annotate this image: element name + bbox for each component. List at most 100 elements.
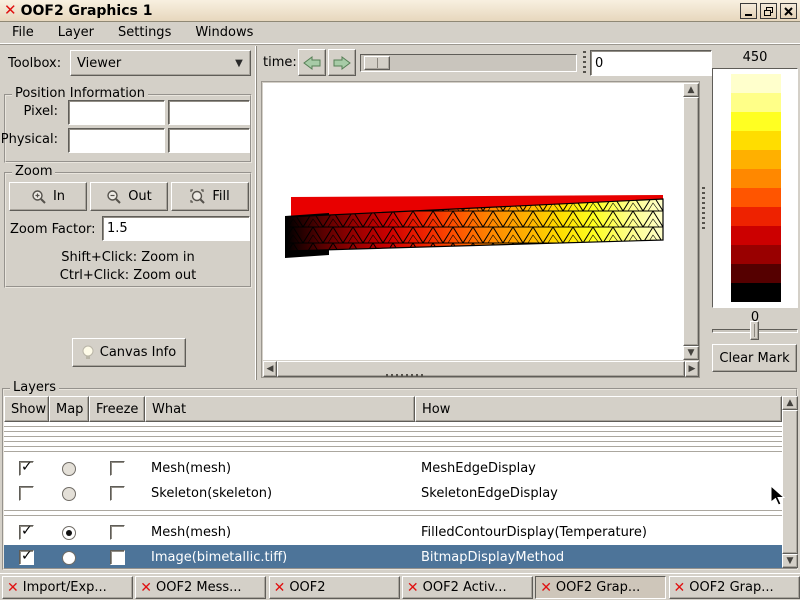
time-slider[interactable]: [360, 54, 577, 72]
close-button[interactable]: [780, 3, 797, 19]
show-checkbox[interactable]: [19, 461, 34, 476]
taskbar-button[interactable]: ✕ OOF2 Mess...: [135, 576, 266, 599]
column-header-map[interactable]: Map: [49, 396, 89, 422]
layers-frame: Layers Show Map Freeze What How Mesh(mes…: [2, 388, 798, 570]
zoom-in-button[interactable]: In: [9, 182, 87, 211]
close-icon: [783, 6, 794, 17]
toolbox-select[interactable]: Viewer ▼: [70, 50, 251, 76]
colorbar-block: [731, 131, 781, 150]
taskbar-button[interactable]: ✕ OOF2 Activ...: [402, 576, 533, 599]
oof2-x-icon: ✕: [140, 581, 152, 595]
zoom-fill-label: Fill: [212, 189, 229, 204]
freeze-checkbox[interactable]: [110, 461, 125, 476]
hscroll-thumb[interactable]: [277, 361, 685, 377]
show-checkbox[interactable]: [19, 525, 34, 540]
empty-rows: [4, 506, 782, 520]
table-row[interactable]: Skeleton(skeleton) SkeletonEdgeDisplay: [4, 481, 782, 506]
taskbar-button[interactable]: ✕ Import/Exp...: [2, 576, 133, 599]
canvas-vscrollbar[interactable]: ▲ ▼: [683, 83, 699, 360]
colorbar-slider-handle[interactable]: [750, 321, 759, 340]
taskbar-button-label: OOF2 Mess...: [156, 580, 242, 595]
oof2-x-icon: ✕: [274, 581, 286, 595]
show-checkbox[interactable]: [19, 550, 34, 565]
zoom-frame: Zoom In Out Fill Zoom Factor: Shift+Clic…: [4, 172, 252, 288]
time-next-button[interactable]: [328, 49, 356, 76]
scroll-down-button[interactable]: ▼: [683, 346, 699, 360]
layer-what: Skeleton(skeleton): [145, 486, 415, 501]
freeze-checkbox[interactable]: [110, 525, 125, 540]
pixel-x-field[interactable]: [68, 100, 165, 125]
freeze-checkbox[interactable]: [110, 486, 125, 501]
graphics-canvas[interactable]: [263, 83, 683, 360]
colorbar-block: [731, 93, 781, 112]
colorbar-block: [731, 264, 781, 283]
scroll-left-button[interactable]: ◀: [263, 361, 277, 377]
taskbar-button[interactable]: ✕ OOF2 Grap...: [669, 576, 800, 599]
time-field[interactable]: [590, 50, 712, 76]
table-row[interactable]: Mesh(mesh) FilledContourDisplay(Temperat…: [4, 520, 782, 545]
arrow-right-icon: [333, 56, 351, 70]
canvas-container: ▲ ▼ ◀ ▶: [261, 81, 700, 378]
arrow-left-icon: [303, 56, 321, 70]
restore-button[interactable]: [760, 3, 777, 19]
show-checkbox[interactable]: [19, 486, 34, 501]
canvas-info-button[interactable]: Canvas Info: [72, 338, 186, 367]
layer-what: Mesh(mesh): [145, 461, 415, 476]
mouse-cursor: [770, 485, 786, 507]
column-header-how[interactable]: How: [415, 396, 782, 422]
zoom-in-icon: [31, 189, 47, 205]
menu-item[interactable]: Windows: [183, 23, 265, 43]
colorbar-box[interactable]: [712, 68, 798, 308]
position-info-frame: Position Information Pixel: Physical:: [4, 94, 252, 163]
column-header-what[interactable]: What: [145, 396, 415, 422]
physical-y-field[interactable]: [168, 128, 250, 153]
taskbar-button[interactable]: ✕ OOF2: [269, 576, 400, 599]
menu-item[interactable]: File: [0, 23, 46, 43]
physical-x-field[interactable]: [68, 128, 165, 153]
column-header-freeze[interactable]: Freeze: [89, 396, 145, 422]
position-info-legend: Position Information: [12, 86, 148, 101]
colorbar-block: [731, 207, 781, 226]
empty-rows: [4, 422, 782, 456]
map-radio[interactable]: [62, 462, 76, 476]
column-header-show[interactable]: Show: [4, 396, 49, 422]
pixel-y-field[interactable]: [168, 100, 250, 125]
vscroll-thumb[interactable]: [683, 97, 699, 346]
scroll-right-button[interactable]: ▶: [685, 361, 699, 377]
toolbox-selected-value: Viewer: [71, 56, 228, 71]
zoom-in-label: In: [53, 189, 65, 204]
zoom-fill-button[interactable]: Fill: [171, 182, 249, 211]
map-radio[interactable]: [62, 526, 76, 540]
taskbar-button[interactable]: ✕ OOF2 Grap...: [535, 576, 666, 599]
menu-item[interactable]: Layer: [46, 23, 106, 43]
timebar-grip[interactable]: [583, 51, 586, 76]
zoom-out-button[interactable]: Out: [90, 182, 168, 211]
canvas-info-label: Canvas Info: [100, 345, 176, 360]
zoom-out-label: Out: [128, 189, 152, 204]
colorbar-block: [731, 169, 781, 188]
freeze-checkbox[interactable]: [110, 550, 125, 565]
scroll-up-button[interactable]: ▲: [683, 83, 699, 97]
menu-item[interactable]: Settings: [106, 23, 183, 43]
scroll-up-button[interactable]: ▲: [782, 396, 798, 410]
scroll-down-button[interactable]: ▼: [782, 554, 798, 568]
layer-what: Mesh(mesh): [145, 525, 415, 540]
time-prev-button[interactable]: [298, 49, 326, 76]
table-row[interactable]: Image(bimetallic.tiff) BitmapDisplayMeth…: [4, 545, 782, 568]
minimize-button[interactable]: [740, 3, 757, 19]
zoom-factor-field[interactable]: [102, 216, 250, 241]
layers-pane-grip[interactable]: [386, 374, 424, 377]
map-radio[interactable]: [62, 487, 76, 501]
taskbar-button-label: Import/Exp...: [23, 580, 107, 595]
vscroll-thumb[interactable]: [782, 410, 798, 554]
minimize-icon: [743, 6, 754, 17]
canvas-hscrollbar[interactable]: ◀ ▶: [263, 361, 699, 377]
table-row[interactable]: Mesh(mesh) MeshEdgeDisplay: [4, 456, 782, 481]
clear-mark-button[interactable]: Clear Mark: [712, 344, 797, 372]
map-radio[interactable]: [62, 551, 76, 565]
layers-vscrollbar[interactable]: ▲ ▼: [782, 396, 798, 568]
title-bar[interactable]: ✕ OOF2 Graphics 1: [0, 0, 800, 22]
colorbar-pane-grip[interactable]: [702, 187, 705, 229]
toolbox-label: Toolbox:: [8, 56, 61, 71]
time-slider-handle[interactable]: [364, 56, 390, 70]
